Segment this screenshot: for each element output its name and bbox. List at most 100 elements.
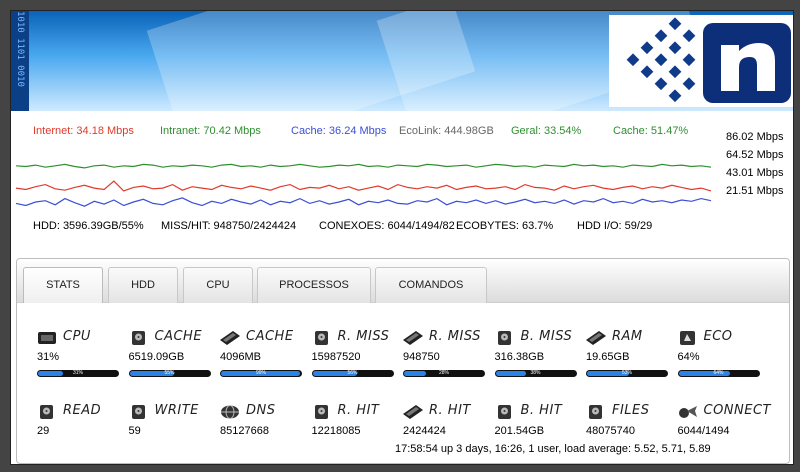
- stat-label: R. MISS: [337, 329, 390, 344]
- scale-label: 86.02 Mbps: [726, 131, 784, 143]
- stat-progress-bar: 55%: [128, 370, 211, 377]
- stat-progress-label: 56%: [347, 370, 358, 376]
- ram-icon: [220, 331, 240, 345]
- stat-progress-bar: 64%: [677, 370, 760, 377]
- stat-value: 316.38GB: [494, 351, 545, 363]
- stat-label: R. MISS: [429, 329, 481, 344]
- stat-header: CACHE: [129, 329, 229, 347]
- stat-progress-label: 99%: [255, 370, 266, 376]
- header-banner: 1010 1101 0010 1011 0110: [11, 11, 793, 111]
- stat-progress-label: 28%: [438, 370, 449, 376]
- stat-header: R. HIT: [403, 403, 503, 421]
- stat-progress-bar: 28%: [403, 370, 485, 377]
- stat-value: 19.65GB: [586, 351, 630, 363]
- summary-line: HDD: 3596.39GB/55% MISS/HIT: 948750/2424…: [11, 220, 793, 234]
- traffic-chart: [15, 163, 712, 207]
- stat-value: 15987520: [311, 351, 361, 363]
- legend-ecolink: EcoLink: 444.98GB: [399, 125, 494, 137]
- stat-header: READ: [37, 403, 137, 421]
- stat-value: 85127668: [220, 425, 269, 437]
- tab-stats[interactable]: STATS: [23, 267, 103, 303]
- legend-intranet: Intranet: 70.42 Mbps: [160, 125, 261, 137]
- scale-label: 21.51 Mbps: [726, 185, 784, 197]
- legend-internet: Internet: 34.18 Mbps: [33, 125, 134, 137]
- summary-hdd: HDD: 3596.39GB/55%: [33, 220, 144, 232]
- ram-icon: [586, 331, 606, 345]
- stat-label: R. HIT: [337, 403, 380, 418]
- stat-value: 4096MB: [220, 351, 261, 363]
- stat-label: FILES: [612, 403, 650, 418]
- ram-icon: [403, 331, 423, 345]
- stat-label: ECO: [703, 329, 733, 344]
- binary-strip: 1010 1101 0010 1011 0110: [11, 11, 29, 111]
- stat-value: 12218085: [311, 425, 361, 437]
- stat-value: 29: [37, 425, 50, 437]
- tab-bar: STATS HDD CPU PROCESSOS COMANDOS: [17, 259, 789, 303]
- stat-header: CPU: [37, 329, 137, 347]
- stat-progress-label: 55%: [164, 370, 175, 376]
- series-internet: [15, 180, 712, 192]
- stat-value: 48075740: [586, 425, 635, 437]
- traffic-legend: Internet: 34.18 Mbps Intranet: 70.42 Mbp…: [11, 125, 731, 141]
- disk-icon: [495, 331, 515, 345]
- summary-hddio: HDD I/O: 59/29: [577, 220, 653, 232]
- stat-label: CONNECT: [703, 403, 771, 418]
- stat-value: 64%: [677, 351, 700, 363]
- stat-value: 2424424: [403, 425, 446, 437]
- stat-progress-bar: 56%: [311, 370, 394, 377]
- eco-icon: [678, 331, 698, 345]
- brand-logo: [609, 15, 793, 107]
- ram-icon: [403, 405, 423, 419]
- stat-progress-bar: 31%: [37, 370, 119, 377]
- globe-icon: [220, 405, 240, 419]
- scale-label: 64.52 Mbps: [726, 149, 784, 161]
- stat-label: DNS: [246, 403, 276, 418]
- tab-processos[interactable]: PROCESSOS: [257, 267, 371, 303]
- disk-icon: [312, 405, 332, 419]
- disk-icon: [312, 331, 332, 345]
- stat-progress-bar: 38%: [494, 370, 577, 377]
- stat-label: WRITE: [154, 403, 199, 418]
- stats-panel: STATS HDD CPU PROCESSOS COMANDOS CPU 31% 3…: [16, 258, 790, 464]
- series-cache: [15, 197, 712, 207]
- disk-icon: [129, 405, 149, 419]
- stat-progress-bar: 53%: [586, 370, 668, 377]
- stat-header: B. MISS: [495, 329, 595, 347]
- stat-progress-bar: 99%: [220, 370, 302, 377]
- stat-header: DNS: [220, 403, 320, 421]
- tab-hdd[interactable]: HDD: [108, 267, 178, 303]
- stat-progress-label: 64%: [713, 370, 724, 376]
- stat-value: 6044/1494: [677, 425, 730, 437]
- stat-label: CACHE: [154, 329, 203, 344]
- stat-header: CONNECT: [678, 403, 778, 421]
- stat-label: R. HIT: [429, 403, 471, 418]
- stat-value: 948750: [403, 351, 440, 363]
- stat-header: R. MISS: [312, 329, 412, 347]
- scale-label: 43.01 Mbps: [726, 167, 784, 179]
- stat-progress-label: 53%: [621, 370, 632, 376]
- stat-header: FILES: [586, 403, 686, 421]
- stat-label: CACHE: [246, 329, 294, 344]
- stat-label: B. HIT: [520, 403, 563, 418]
- stat-value: 59: [128, 425, 141, 437]
- stat-label: READ: [63, 403, 102, 418]
- app-window: 1010 1101 0010 1011 0110: [10, 10, 794, 465]
- stat-value: 201.54GB: [494, 425, 545, 437]
- stat-header: CACHE: [220, 329, 320, 347]
- disk-icon: [129, 331, 149, 345]
- disk-icon: [37, 405, 57, 419]
- stat-header: WRITE: [129, 403, 229, 421]
- stat-progress-label: 31%: [72, 370, 83, 376]
- legend-cache-ratio: Cache: 51.47%: [613, 125, 689, 137]
- stat-label: CPU: [63, 329, 91, 344]
- tab-comandos[interactable]: COMANDOS: [375, 267, 487, 303]
- stat-label: B. MISS: [520, 329, 573, 344]
- tab-cpu[interactable]: CPU: [183, 267, 253, 303]
- series-intranet: [15, 163, 712, 169]
- stat-header: RAM: [586, 329, 686, 347]
- uptime-text: 17:58:54 up 3 days, 16:26, 1 user, load …: [395, 443, 711, 455]
- stat-value: 31%: [37, 351, 60, 363]
- stat-header: R. MISS: [403, 329, 503, 347]
- legend-cache: Cache: 36.24 Mbps: [291, 125, 387, 137]
- summary-conexoes: CONEXOES: 6044/1494/82: [319, 220, 455, 232]
